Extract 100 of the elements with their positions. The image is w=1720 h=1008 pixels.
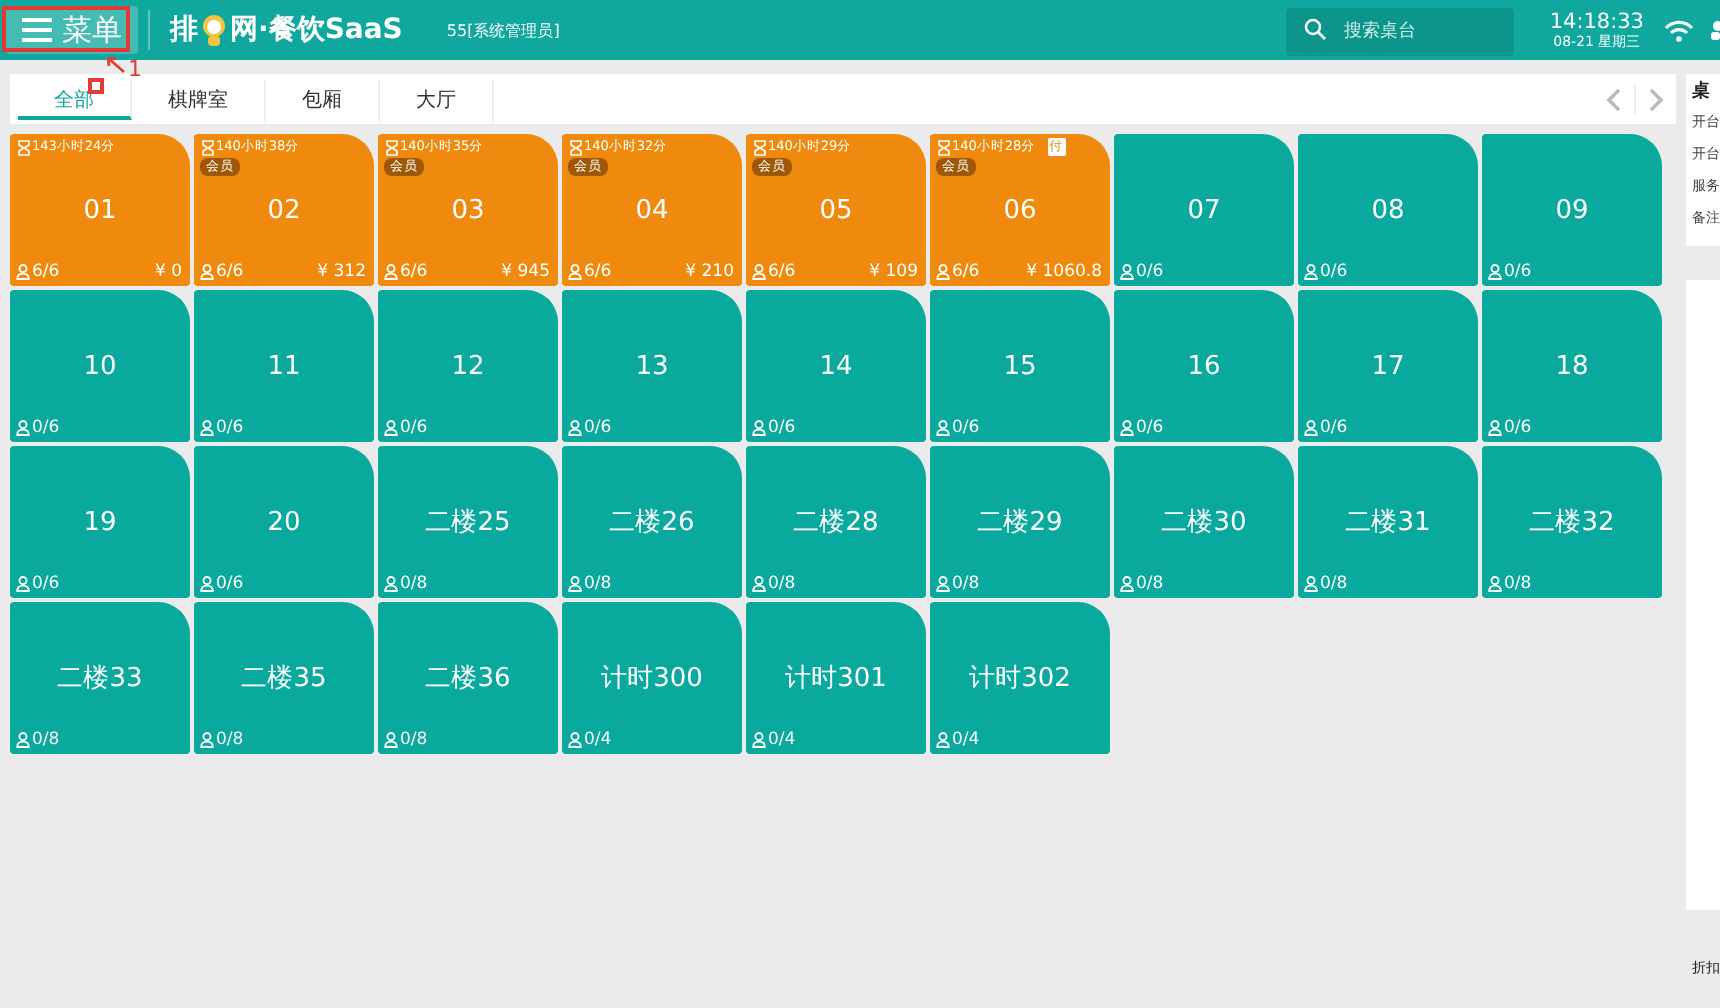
step-number: 1 — [128, 58, 142, 82]
tab[interactable]: 棋牌室 — [132, 80, 266, 124]
free-table-tile[interactable]: 二楼33 0/8 — [10, 602, 190, 754]
table-name: 计时300 — [601, 662, 703, 696]
table-name: 14 — [819, 351, 853, 381]
free-table-tile[interactable]: 12 0/6 — [378, 290, 558, 442]
guest-count: 0/8 — [400, 730, 428, 750]
guest-count: 0/8 — [952, 574, 980, 594]
table-name: 二楼30 — [1161, 506, 1247, 540]
table-name: 08 — [1371, 195, 1405, 225]
free-table-tile[interactable]: 18 0/6 — [1482, 290, 1662, 442]
person-icon — [752, 576, 766, 592]
table-name: 二楼29 — [977, 506, 1063, 540]
guest-count: 0/6 — [32, 574, 60, 594]
free-table-tile[interactable]: 17 0/6 — [1298, 290, 1478, 442]
free-table-tile[interactable]: 二楼25 0/8 — [378, 446, 558, 598]
free-table-tile[interactable]: 09 0/6 — [1482, 134, 1662, 286]
tab[interactable]: 包厢 — [266, 80, 380, 124]
table-name: 11 — [267, 351, 301, 381]
person-icon — [200, 576, 214, 592]
person-icon — [200, 732, 214, 748]
table-name: 01 — [83, 195, 117, 225]
free-table-tile[interactable]: 20 0/6 — [194, 446, 374, 598]
free-table-tile[interactable]: 13 0/6 — [562, 290, 742, 442]
hourglass-icon — [18, 139, 30, 155]
free-table-tile[interactable]: 10 0/6 — [10, 290, 190, 442]
free-table-tile[interactable]: 07 0/6 — [1114, 134, 1294, 286]
search-field[interactable]: 搜索桌台 — [1285, 8, 1514, 56]
guest-count: 0/6 — [400, 418, 428, 438]
free-table-tile[interactable]: 二楼35 0/8 — [194, 602, 374, 754]
person-icon — [752, 420, 766, 436]
person-icon — [936, 576, 950, 592]
free-table-tile[interactable]: 08 0/6 — [1298, 134, 1478, 286]
guest-count: 6/6 — [584, 262, 612, 282]
wifi-icon — [1664, 19, 1694, 41]
table-name: 19 — [83, 507, 117, 537]
person-icon — [752, 264, 766, 280]
logo-text: 网·餐饮SaaS — [230, 12, 403, 48]
logo-text: 排 — [170, 12, 198, 48]
table-name: 15 — [1003, 351, 1037, 381]
person-icon — [384, 732, 398, 748]
user-label: 55[系统管理员] — [446, 19, 562, 41]
amount-text: ¥ 210 — [685, 262, 734, 282]
tab[interactable]: 大厅 — [380, 80, 494, 124]
guest-count: 0/6 — [32, 418, 60, 438]
guest-count: 0/8 — [216, 730, 244, 750]
free-table-tile[interactable]: 计时301 0/4 — [746, 602, 926, 754]
table-name: 07 — [1187, 195, 1221, 225]
mascot-icon — [200, 14, 228, 46]
guest-count: 0/6 — [768, 418, 796, 438]
person-icon — [1120, 264, 1134, 280]
free-table-tile[interactable]: 11 0/6 — [194, 290, 374, 442]
guest-count: 0/6 — [1320, 418, 1348, 438]
free-table-tile[interactable]: 二楼28 0/8 — [746, 446, 926, 598]
table-name: 18 — [1555, 351, 1589, 381]
free-table-tile[interactable]: 计时300 0/4 — [562, 602, 742, 754]
table-name: 10 — [83, 351, 117, 381]
free-table-tile[interactable]: 14 0/6 — [746, 290, 926, 442]
free-table-tile[interactable]: 二楼32 0/8 — [1482, 446, 1662, 598]
person-icon — [1488, 264, 1502, 280]
guest-count: 6/6 — [952, 262, 980, 282]
guest-count: 0/8 — [584, 574, 612, 594]
free-table-tile[interactable]: 二楼26 0/8 — [562, 446, 742, 598]
person-icon — [1488, 576, 1502, 592]
person-icon — [568, 420, 582, 436]
hourglass-icon — [938, 139, 950, 155]
table-name: 二楼35 — [241, 662, 327, 696]
table-name: 06 — [1003, 195, 1037, 225]
person-icon — [384, 420, 398, 436]
highlight-box — [2, 6, 130, 52]
free-table-tile[interactable]: 19 0/6 — [10, 446, 190, 598]
free-table-tile[interactable]: 二楼36 0/8 — [378, 602, 558, 754]
free-table-tile[interactable]: 二楼29 0/8 — [930, 446, 1110, 598]
guest-count: 0/8 — [32, 730, 60, 750]
guest-count: 0/8 — [400, 574, 428, 594]
free-table-tile[interactable]: 二楼30 0/8 — [1114, 446, 1294, 598]
person-icon — [936, 264, 950, 280]
clock-time: 14:18:33 — [1549, 9, 1644, 33]
user-icon[interactable] — [1710, 20, 1720, 40]
person-icon — [936, 732, 950, 748]
guest-count: 0/6 — [584, 418, 612, 438]
table-name: 二楼33 — [57, 662, 143, 696]
free-table-tile[interactable]: 15 0/6 — [930, 290, 1110, 442]
menu-button[interactable]: 菜单 — [6, 6, 138, 54]
free-table-tile[interactable]: 计时302 0/4 — [930, 602, 1110, 754]
guest-count: 0/4 — [768, 730, 796, 750]
person-icon — [936, 420, 950, 436]
amount-text: ¥ 1060.8 — [1026, 262, 1102, 282]
free-table-tile[interactable]: 16 0/6 — [1114, 290, 1294, 442]
table-name: 17 — [1371, 351, 1405, 381]
person-icon — [568, 264, 582, 280]
person-icon — [1304, 420, 1318, 436]
amount-text: ¥ 109 — [869, 262, 918, 282]
person-icon — [16, 264, 30, 280]
guest-count: 6/6 — [768, 262, 796, 282]
person-icon — [1488, 420, 1502, 436]
person-icon — [384, 264, 398, 280]
person-icon — [16, 732, 30, 748]
table-name: 二楼32 — [1529, 506, 1615, 540]
free-table-tile[interactable]: 二楼31 0/8 — [1298, 446, 1478, 598]
